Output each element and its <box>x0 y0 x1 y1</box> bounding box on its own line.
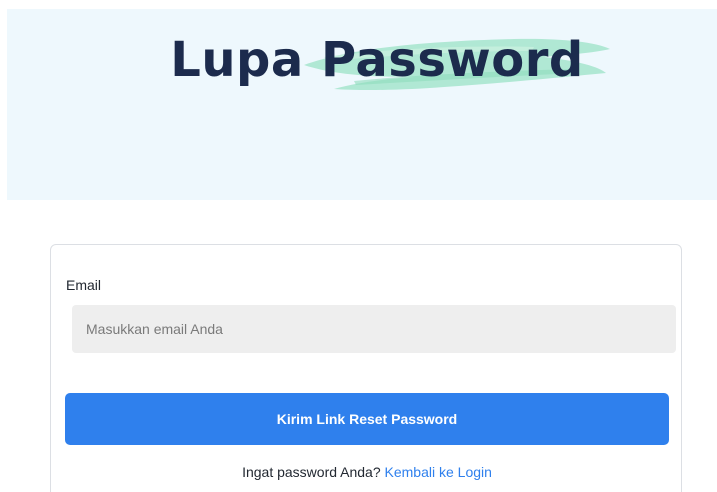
login-prompt-text: Ingat password Anda? <box>242 464 381 480</box>
hero-banner: Lupa Password <box>7 9 717 200</box>
page: Lupa Password Email Kirim Link Reset Pas… <box>0 0 717 492</box>
login-prompt: Ingat password Anda? Kembali ke Login <box>51 464 683 480</box>
back-to-login-link[interactable]: Kembali ke Login <box>385 464 492 480</box>
send-reset-link-button[interactable]: Kirim Link Reset Password <box>65 393 669 445</box>
email-label: Email <box>66 277 102 293</box>
page-title: Lupa Password <box>170 32 584 88</box>
email-input[interactable] <box>72 305 676 353</box>
reset-password-form: Email Kirim Link Reset Password Ingat pa… <box>50 244 682 492</box>
